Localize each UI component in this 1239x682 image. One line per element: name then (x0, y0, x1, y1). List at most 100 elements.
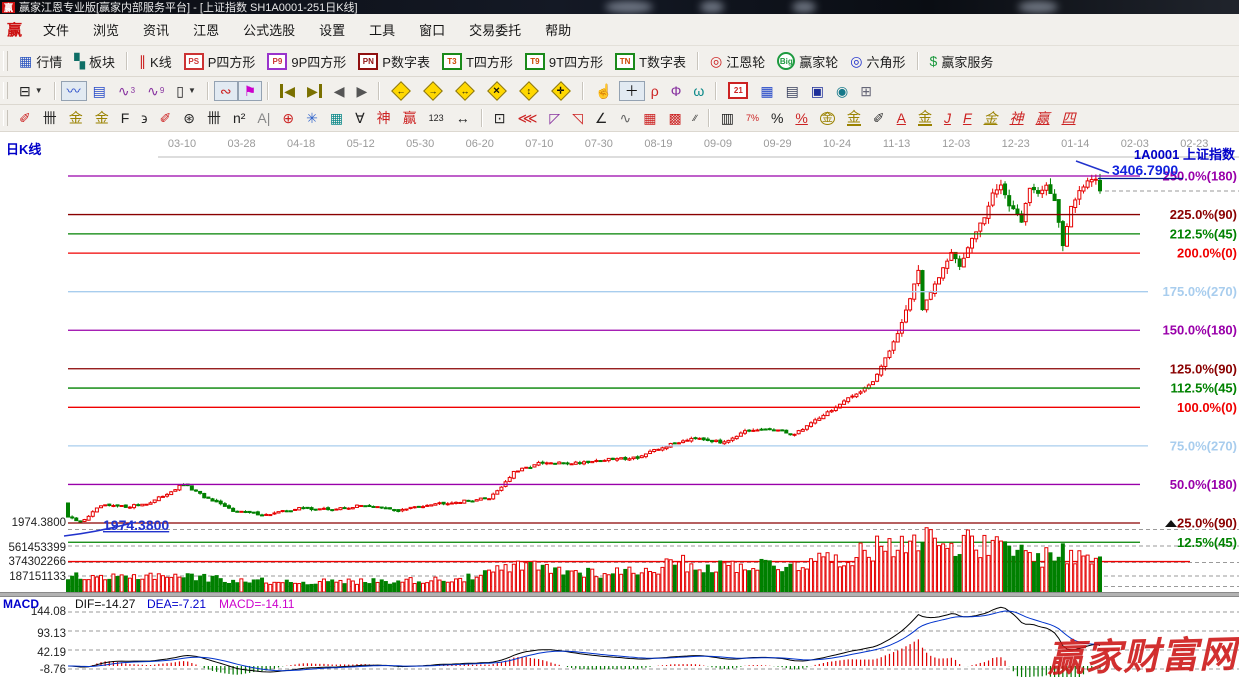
slant-gold-button[interactable]: 金 (978, 108, 1004, 128)
slant-j-button[interactable]: J (938, 108, 957, 128)
target-grid-button[interactable]: ▦ (324, 108, 349, 128)
parallel-slants-button[interactable]: ∕∕ (688, 111, 703, 126)
gold-lines-2-button[interactable]: 金 (912, 107, 938, 129)
quotes-button[interactable]: ▦行情 (13, 49, 68, 74)
menu-item-window[interactable]: 窗口 (407, 18, 457, 41)
band-tool-button[interactable]: Ф (665, 81, 688, 101)
brush-count-button[interactable]: ✐ (867, 108, 891, 128)
first-page-button[interactable]: ◀ (274, 81, 301, 101)
notepad-button[interactable]: ▤ (780, 81, 805, 101)
zigzag-red-button[interactable]: ∾ (214, 81, 238, 101)
zoom-h-button[interactable]: ↔ (449, 79, 481, 103)
slant-f-button[interactable]: F (957, 108, 978, 128)
title-bar[interactable]: 赢 赢家江恩专业版[赢家内部服务平台] - [上证指数 SH1A0001-251… (0, 0, 1239, 14)
brush-button[interactable]: ✐ (13, 108, 37, 128)
sectors-button[interactable]: ▚板块 (68, 49, 121, 74)
web-export-button[interactable]: ◉ (830, 81, 854, 101)
magnet-tool-button[interactable]: ρ (645, 81, 665, 101)
p-square-button[interactable]: PSP四方形 (178, 49, 262, 74)
z-percent-button[interactable]: 7% (740, 111, 765, 126)
fan-red-button[interactable]: ◹ (566, 108, 589, 128)
last-page-button[interactable]: ▶ (301, 81, 328, 101)
wave-3-button[interactable]: ∿3 (112, 81, 141, 101)
hexagon-button[interactable]: ◎六角形 (844, 49, 911, 74)
menu-item-help[interactable]: 帮助 (533, 18, 583, 41)
calendar-21-button[interactable]: 21 (722, 79, 754, 102)
gold-circle-button[interactable]: 金 (814, 109, 841, 128)
menu-item-gann[interactable]: 江恩 (181, 18, 231, 41)
zoom-out-button[interactable]: ✕ (481, 79, 513, 103)
menu-item-formula-stock-pick[interactable]: 公式选股 (231, 18, 307, 41)
menu-item-tools[interactable]: 工具 (357, 18, 407, 41)
candle-style-button[interactable]: ▯▼ (170, 81, 202, 101)
angle-lines-button[interactable]: ∠ (589, 108, 614, 128)
slant-shen-button[interactable]: 神 (1004, 108, 1030, 128)
candle-style-dropdown-icon[interactable]: ▼ (188, 86, 196, 95)
target-red-button[interactable]: ⊕ (276, 108, 300, 128)
winner-wheel-button[interactable]: Big赢家轮 (771, 49, 844, 74)
percent-button[interactable]: % (765, 108, 789, 128)
macd-indicator-label[interactable]: MACD (3, 597, 39, 611)
period-day-button[interactable]: ⊟▼ (13, 81, 49, 101)
p-number-table-button[interactable]: PNP数字表 (352, 49, 436, 74)
gold-scale-a-button[interactable]: 金 (63, 108, 89, 128)
wave-dashed-button[interactable]: ∿ (613, 108, 637, 128)
spiral-tool-button[interactable]: ϶ (135, 108, 153, 128)
t-square-button[interactable]: T3T四方形 (436, 49, 519, 74)
pan-right-button[interactable]: → (417, 79, 449, 103)
zoom-v-button[interactable]: ↕ (513, 79, 545, 103)
gold-scale-b-button[interactable]: 金 (89, 108, 115, 128)
ying-scale-button[interactable]: 赢 (397, 108, 423, 128)
hand-tool-button[interactable]: ☝ (589, 81, 618, 101)
print-button[interactable]: ⊞ (854, 81, 878, 101)
scale-table-button[interactable]: ▥ (715, 108, 740, 128)
menu-item-settings[interactable]: 设置 (307, 18, 357, 41)
rays-red-button[interactable]: ⋘ (511, 108, 543, 128)
slant-ying-button[interactable]: 赢 (1030, 108, 1056, 128)
winner-service-button[interactable]: $赢家服务 (924, 49, 1000, 74)
span-arrow-button[interactable]: ↔ (450, 108, 476, 128)
menu-item-browse[interactable]: 浏览 (81, 18, 131, 41)
zoom-all-button[interactable]: ✛ (545, 79, 577, 103)
box-axes-button[interactable]: ⊡ (488, 108, 512, 128)
wave-tool-button[interactable]: ω (687, 81, 710, 101)
zigzag-blue-button[interactable]: 〰 (61, 81, 87, 101)
period-day-dropdown-icon[interactable]: ▼ (35, 86, 43, 95)
menu-item-news[interactable]: 资讯 (131, 18, 181, 41)
kline-button[interactable]: ∥K线 (133, 49, 178, 74)
percent-line-button[interactable]: % (789, 108, 813, 128)
wave-9-button[interactable]: ∿9 (141, 81, 170, 101)
a-mirror-button[interactable]: A| (251, 108, 276, 128)
quote-list-button[interactable]: ▤ (87, 81, 112, 101)
fibo-scale-button[interactable]: F (115, 108, 136, 128)
9t-square-button[interactable]: T99T四方形 (519, 49, 609, 74)
page-prev-button[interactable]: ◀ (328, 81, 351, 101)
target-star-button[interactable]: ✳ (300, 108, 324, 128)
page-next-button[interactable]: ▶ (351, 81, 374, 101)
save-button[interactable]: ▣ (805, 81, 830, 101)
gann-scale-button[interactable]: 卌 (37, 108, 63, 128)
brush-scale-button[interactable]: ✐ (153, 108, 177, 128)
crosshair-tool-button[interactable]: ＋ (619, 81, 645, 101)
fan-purple-button[interactable]: ◸ (543, 108, 566, 128)
k-quote-button[interactable]: Ɐ (349, 108, 371, 128)
calculator-button[interactable]: ▦ (754, 81, 779, 101)
shen-scale-button[interactable]: 神 (371, 108, 397, 128)
toolbar-grip[interactable] (3, 110, 8, 127)
cycle-circle-button[interactable]: ⊛ (177, 108, 201, 128)
slant-si-button[interactable]: 四 (1056, 108, 1082, 128)
flag-chart-button[interactable]: ⚑ (238, 81, 263, 101)
pan-left-button[interactable]: ← (385, 79, 417, 103)
menu-item-trade-orders[interactable]: 交易委托 (457, 18, 533, 41)
grid-dense-button[interactable]: ▦ (637, 108, 662, 128)
menu-item-file[interactable]: 文件 (31, 18, 81, 41)
plain-scale-button[interactable]: 卌 (201, 108, 227, 128)
grid-dense-2-button[interactable]: ▩ (662, 108, 687, 128)
t-number-table-button[interactable]: TNT数字表 (609, 49, 692, 74)
scale-123-button[interactable]: 123 (423, 111, 450, 126)
wave-a-button[interactable]: A (891, 108, 912, 128)
toolbar-grip[interactable] (3, 82, 8, 100)
toolbar-grip[interactable] (3, 51, 8, 71)
n2-scale-button[interactable]: n² (227, 108, 251, 128)
gold-lines-button[interactable]: 金 (841, 107, 867, 129)
